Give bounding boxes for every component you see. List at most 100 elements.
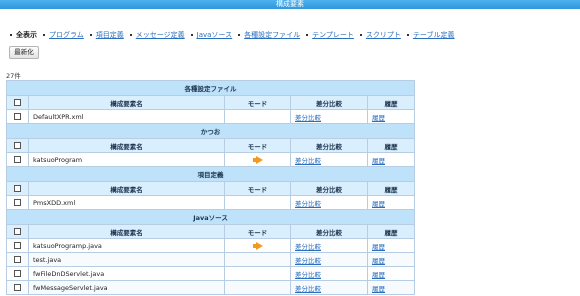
checkbox-cell (6, 152, 29, 167)
bullet-icon (129, 34, 132, 36)
select-all-checkbox[interactable] (14, 99, 21, 106)
tab-label: 全表示 (16, 31, 37, 39)
row-checkbox[interactable] (14, 199, 21, 206)
row-checkbox[interactable] (14, 156, 21, 163)
row-checkbox[interactable] (14, 270, 21, 277)
row-checkbox[interactable] (14, 113, 21, 120)
component-name: fwFileDnDServlet.java (28, 266, 225, 281)
diff-link[interactable]: 差分比較 (290, 252, 368, 267)
select-all-checkbox[interactable] (14, 185, 21, 192)
components-table: 各種設定ファイル 構成要素名 モード 差分比較 履歴 DefaultXPR.xml 差分比較… (5, 80, 416, 295)
tab-8[interactable]: テーブル定義 (406, 30, 455, 40)
arrow-right-icon[interactable] (252, 241, 263, 250)
row-checkbox[interactable] (14, 256, 21, 263)
history-link[interactable]: 履歴 (366, 195, 416, 210)
refresh-button[interactable]: 最新化 (9, 46, 39, 59)
history-link[interactable]: 履歴 (366, 252, 416, 267)
table-row: test.java 差分比較 履歴 (6, 252, 416, 267)
diff-link[interactable]: 差分比較 (290, 109, 368, 124)
bullet-icon (359, 34, 362, 36)
column-header-name: 構成要素名 (28, 95, 225, 110)
column-header-mode: モード (224, 181, 291, 196)
mode-cell (224, 109, 291, 124)
history-link[interactable]: 履歴 (366, 280, 416, 295)
window-title: 構成要素 (0, 0, 580, 9)
select-all-cell (6, 95, 29, 110)
component-name: katsuoProgramp.java (28, 238, 225, 253)
tab-label: 項目定義 (95, 31, 124, 39)
mode-cell (224, 238, 291, 253)
row-checkbox[interactable] (14, 284, 21, 291)
diff-link[interactable]: 差分比較 (290, 266, 368, 281)
column-header-history: 履歴 (366, 138, 416, 153)
column-header-name: 構成要素名 (28, 138, 225, 153)
component-name: test.java (28, 252, 225, 267)
column-header-history: 履歴 (366, 181, 416, 196)
select-all-cell (6, 138, 29, 153)
mode-cell (224, 195, 291, 210)
component-name: fwMessageServlet.java (28, 280, 225, 295)
component-name: katsuoProgram (28, 152, 225, 167)
tab-6[interactable]: テンプレート (306, 30, 354, 40)
section-row: Javaソース (5, 209, 416, 225)
tab-4[interactable]: Javaソース (190, 30, 232, 40)
section-title: 各種設定ファイル (5, 80, 416, 96)
tab-5[interactable]: 各種設定ファイル (238, 30, 300, 40)
history-link[interactable]: 履歴 (366, 109, 416, 124)
bullet-icon (10, 34, 12, 36)
diff-link[interactable]: 差分比較 (290, 238, 368, 253)
diff-link[interactable]: 差分比較 (290, 195, 368, 210)
bullet-icon (190, 34, 193, 36)
column-header-diff: 差分比較 (290, 95, 368, 110)
tab-label: 各種設定ファイル (244, 31, 301, 39)
table-row: katsuoProgramp.java 差分比較 履歴 (6, 238, 416, 253)
row-checkbox[interactable] (14, 242, 21, 249)
checkbox-cell (6, 238, 29, 253)
checkbox-cell (6, 266, 29, 281)
table-row: fwMessageServlet.java 差分比較 履歴 (6, 280, 416, 295)
column-header-history: 履歴 (366, 224, 416, 239)
select-all-cell (6, 181, 29, 196)
history-link[interactable]: 履歴 (366, 266, 416, 281)
column-header-mode: モード (224, 224, 291, 239)
checkbox-cell (6, 195, 29, 210)
column-header-row: 構成要素名 モード 差分比較 履歴 (6, 224, 416, 239)
column-header-row: 構成要素名 モード 差分比較 履歴 (6, 138, 416, 153)
tab-label: プログラム (49, 31, 84, 39)
column-header-name: 構成要素名 (28, 224, 225, 239)
tab-2[interactable]: 項目定義 (89, 30, 124, 40)
tab-label: テーブル定義 (412, 31, 455, 39)
tab-label: スクリプト (365, 31, 401, 39)
checkbox-cell (6, 252, 29, 267)
tab-0[interactable]: 全表示 (10, 30, 37, 40)
select-all-checkbox[interactable] (14, 142, 21, 149)
result-count: 27件 (6, 72, 21, 80)
tab-3[interactable]: メッセージ定義 (129, 30, 185, 40)
history-link[interactable]: 履歴 (366, 152, 416, 167)
arrow-right-icon[interactable] (252, 155, 263, 164)
component-name: PmsXDD.xml (28, 195, 225, 210)
tab-label: メッセージ定義 (135, 31, 185, 39)
diff-link[interactable]: 差分比較 (290, 152, 368, 167)
table-row: katsuoProgram 差分比較 履歴 (6, 152, 416, 167)
column-header-diff: 差分比較 (290, 181, 368, 196)
bullet-icon (406, 34, 409, 36)
column-header-history: 履歴 (366, 95, 416, 110)
tab-7[interactable]: スクリプト (359, 30, 401, 40)
mode-cell (224, 280, 291, 295)
history-link[interactable]: 履歴 (366, 238, 416, 253)
bullet-icon (43, 34, 45, 36)
section-row: かつお (5, 123, 416, 139)
table-row: PmsXDD.xml 差分比較 履歴 (6, 195, 416, 210)
section-title: かつお (5, 123, 416, 139)
tab-label: テンプレート (312, 31, 354, 39)
filter-tabs: 全表示 プログラム 項目定義 メッセージ定義 Javaソース 各種設定ファイル テンプレート… (10, 30, 570, 40)
bullet-icon (238, 34, 241, 36)
section-row: 項目定義 (5, 166, 416, 182)
tab-1[interactable]: プログラム (43, 30, 84, 40)
bullet-icon (89, 34, 92, 36)
table-row: fwFileDnDServlet.java 差分比較 履歴 (6, 266, 416, 281)
diff-link[interactable]: 差分比較 (290, 280, 368, 295)
bullet-icon (306, 34, 309, 36)
select-all-checkbox[interactable] (14, 228, 21, 235)
